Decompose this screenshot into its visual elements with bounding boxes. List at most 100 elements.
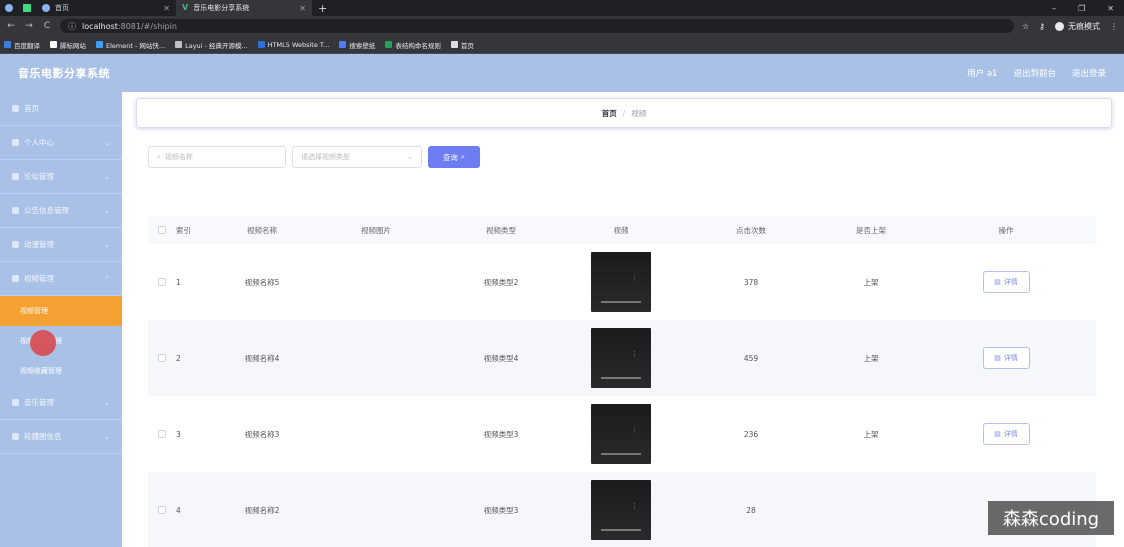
video-progress-bar[interactable] <box>601 301 641 303</box>
cell-name: 视频名称5 <box>244 277 280 287</box>
breadcrumb-separator: / <box>622 108 626 118</box>
bookmark-label: HTML5 Website T... <box>267 40 330 49</box>
row-checkbox[interactable] <box>158 430 166 438</box>
more-options-icon[interactable]: ⋮ <box>631 426 638 434</box>
bookmark-item[interactable]: 表结构命名规则 <box>385 40 441 50</box>
document-icon: ▤ <box>994 354 1001 362</box>
more-options-icon[interactable]: ⋮ <box>631 502 638 510</box>
sidebar-item-label: 个人中心 <box>24 138 54 147</box>
bookmark-item[interactable]: 百度翻译 <box>4 40 40 50</box>
browser-tab-2[interactable] <box>18 0 36 16</box>
bookmark-item[interactable]: HTML5 Website T... <box>257 40 330 49</box>
video-player[interactable]: ⋮ <box>591 404 651 464</box>
row-checkbox[interactable] <box>158 354 166 362</box>
user-label: 用户 a1 <box>967 69 998 79</box>
chevron-down-icon: ⌄ <box>104 432 110 441</box>
video-progress-bar[interactable] <box>601 453 641 455</box>
sidebar-item-anime[interactable]: 动漫管理 ⌄ <box>0 228 122 262</box>
url-input[interactable]: ⓘ localhost:8081/#/shipin <box>60 19 1014 33</box>
back-icon[interactable]: ← <box>6 21 16 31</box>
url-host: localhost <box>82 21 118 31</box>
watermark: 森森coding <box>988 501 1114 535</box>
header-image: 视频图片 <box>361 225 391 235</box>
video-player[interactable]: ⋮ <box>591 252 651 312</box>
header-name: 视频名称 <box>247 225 277 235</box>
table-header: 索引 视频名称 视频图片 视频类型 视频 点击次数 是否上架 操作 <box>148 216 1096 244</box>
bookmark-item[interactable]: 脚标网站 <box>50 40 86 50</box>
sidebar-subitem-video-favorites[interactable]: 视频收藏管理 <box>0 326 122 356</box>
row-checkbox[interactable] <box>158 506 166 514</box>
menu-dots-icon[interactable]: ⋮ <box>1110 22 1118 31</box>
close-tab-icon[interactable]: ✕ <box>299 4 306 13</box>
sidebar-item-carousel[interactable]: 轮播图信息 ⌄ <box>0 420 122 454</box>
bookmark-item[interactable]: 搜索壁纸 <box>339 40 375 50</box>
table-row: 3 视频名称3 视频类型3 ⋮ 236 上架 ▤ 详情 <box>148 396 1096 472</box>
incognito-indicator[interactable]: 无痕模式 <box>1055 21 1100 32</box>
logout-link[interactable]: 退出登录 <box>1072 67 1106 79</box>
close-tab-icon[interactable]: ✕ <box>163 4 170 13</box>
chevron-down-icon: ⌄ <box>407 153 413 161</box>
minimize-icon[interactable]: – <box>1052 4 1056 13</box>
video-progress-bar[interactable] <box>601 529 641 531</box>
browser-tab-1[interactable] <box>0 0 18 16</box>
bookmark-item[interactable]: 首页 <box>450 40 474 50</box>
bookmark-star-icon[interactable]: ☆ <box>1022 22 1029 31</box>
reload-icon[interactable]: C <box>42 21 52 31</box>
browser-tab-home[interactable]: 首页 ✕ <box>36 0 176 16</box>
query-label: 查询 <box>442 152 458 162</box>
sidebar-item-video[interactable]: 视频管理 ⌃ <box>0 262 122 296</box>
close-window-icon[interactable]: ✕ <box>1107 4 1114 13</box>
sidebar: 首页 个人中心 ⌄ 论坛管理 ⌄ 公告信息管理 ⌄ 动漫管理 ⌄ 视频管理 ⌃ 视频管理 … <box>0 92 122 547</box>
detail-button[interactable]: ▤ 详情 <box>982 423 1030 445</box>
image-icon <box>12 433 19 440</box>
detail-button[interactable]: ▤ 详情 <box>982 347 1030 369</box>
cell-actions: ▤ 详情 <box>916 423 1096 445</box>
cell-index: 3 <box>176 429 181 439</box>
sidebar-item-notice[interactable]: 公告信息管理 ⌄ <box>0 194 122 228</box>
query-button[interactable]: 查询 ⌕ <box>428 146 480 168</box>
back-to-front-link[interactable]: 退出到前台 <box>1013 67 1056 79</box>
more-options-icon[interactable]: ⋮ <box>631 274 638 282</box>
key-icon[interactable]: ⚷ <box>1039 22 1045 31</box>
select-all-checkbox[interactable] <box>158 226 166 234</box>
restore-icon[interactable]: ❐ <box>1078 4 1085 13</box>
bookmark-item[interactable]: Layui - 经典开源模... <box>175 40 248 50</box>
video-icon <box>12 275 19 282</box>
video-progress-bar[interactable] <box>601 377 641 379</box>
info-icon[interactable]: ⓘ <box>68 21 76 32</box>
sidebar-item-music[interactable]: 音乐管理 ⌄ <box>0 386 122 420</box>
cell-video: ⋮ <box>566 480 676 540</box>
row-checkbox[interactable] <box>158 278 166 286</box>
cell-clicks: 236 <box>743 429 759 439</box>
bookmark-item[interactable]: Element - 网站快... <box>96 40 165 50</box>
chevron-down-icon: ⌄ <box>104 398 110 407</box>
detail-label: 详情 <box>1003 354 1018 362</box>
incognito-label: 无痕模式 <box>1068 21 1100 31</box>
header-clicks: 点击次数 <box>736 225 766 235</box>
breadcrumb-home[interactable]: 首页 <box>602 108 617 119</box>
video-type-select[interactable]: 请选择视频类型 ⌄ <box>292 146 422 168</box>
music-icon <box>12 399 19 406</box>
sidebar-item-forum[interactable]: 论坛管理 ⌄ <box>0 160 122 194</box>
table-row: 4 视频名称2 视频类型3 ⋮ 28 <box>148 472 1096 547</box>
globe-icon <box>42 4 50 12</box>
more-options-icon[interactable]: ⋮ <box>631 350 638 358</box>
video-name-placeholder: 视频名称 <box>164 153 193 161</box>
video-name-input[interactable]: ⌕ 视频名称 <box>148 146 286 168</box>
sidebar-item-home[interactable]: 首页 <box>0 92 122 126</box>
detail-button[interactable]: ▤ 详情 <box>982 271 1030 293</box>
window-controls: – ❐ ✕ <box>1052 4 1124 13</box>
new-tab-icon[interactable]: + <box>312 2 333 15</box>
cell-name: 视频名称3 <box>244 429 280 439</box>
forum-icon <box>12 173 19 180</box>
video-player[interactable]: ⋮ <box>591 328 651 388</box>
sidebar-subitem-video-collect[interactable]: 视频收藏管理 <box>0 356 122 386</box>
sidebar-item-profile[interactable]: 个人中心 ⌄ <box>0 126 122 160</box>
video-player[interactable]: ⋮ <box>591 480 651 540</box>
sidebar-subitem-video-manage[interactable]: 视频管理 <box>0 296 122 326</box>
browser-tab-active[interactable]: V 音乐电影分享系统 ✕ <box>176 0 312 16</box>
header-links: 用户 a1 退出到前台 退出登录 <box>967 67 1106 79</box>
video-table: 索引 视频名称 视频图片 视频类型 视频 点击次数 是否上架 操作 1 视频名称5… <box>148 216 1096 547</box>
forward-icon[interactable]: → <box>24 21 34 31</box>
notice-icon <box>12 207 19 214</box>
